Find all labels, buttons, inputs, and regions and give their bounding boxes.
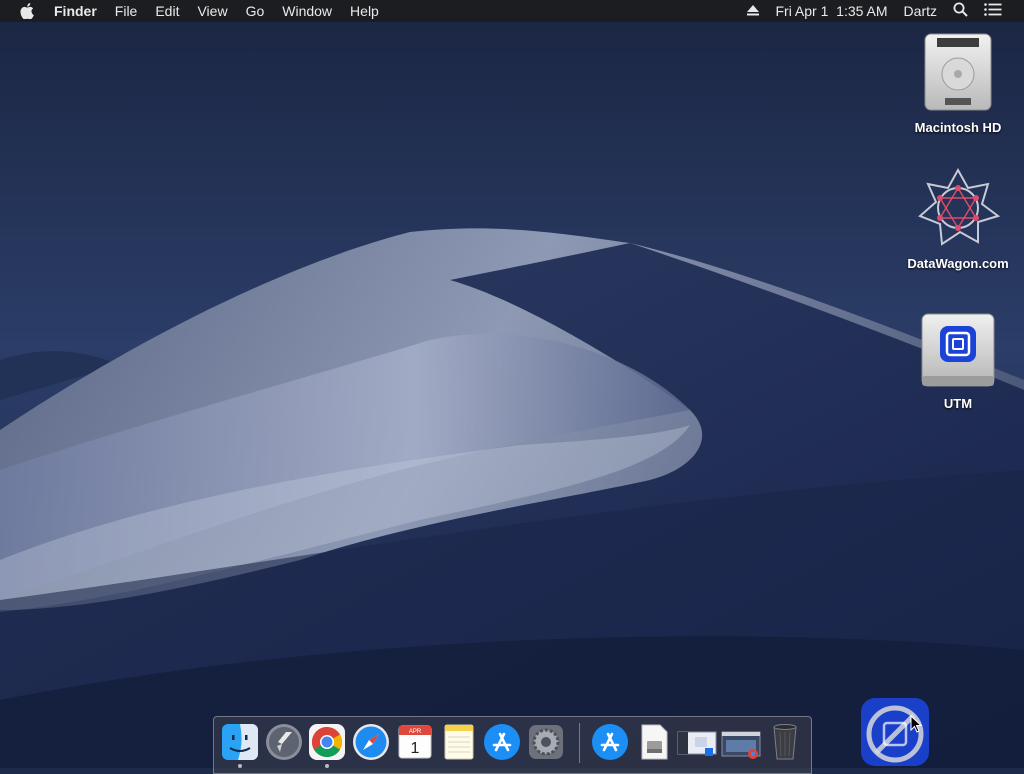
eject-icon[interactable]: [747, 3, 760, 19]
hard-drive-icon: [916, 30, 1000, 114]
dock-app-store-installer[interactable]: [590, 722, 630, 762]
screenshot-icon: [677, 731, 717, 756]
menu-help[interactable]: Help: [350, 3, 379, 19]
running-indicator: [238, 764, 242, 768]
dock-finder[interactable]: [220, 722, 260, 762]
dock-system-preferences[interactable]: [526, 722, 566, 762]
spotlight-icon[interactable]: [953, 2, 968, 20]
dock-screenshot-2[interactable]: [721, 722, 761, 762]
menu-go[interactable]: Go: [246, 3, 265, 19]
desktop-icon-label: DataWagon.com: [907, 256, 1009, 271]
desktop-icon-datawagon[interactable]: DataWagon.com: [903, 166, 1013, 271]
screenshot-icon: [721, 731, 761, 759]
dock-screenshot-1[interactable]: [677, 722, 717, 762]
menu-edit[interactable]: Edit: [155, 3, 179, 19]
trash-icon: [773, 724, 797, 760]
desktop-icon-macintosh-hd[interactable]: Macintosh HD: [903, 30, 1013, 135]
launchpad-icon: [266, 724, 302, 760]
dock-disk-image[interactable]: [634, 722, 674, 762]
dock-app-store[interactable]: [482, 722, 522, 762]
desktop-icon-utm[interactable]: UTM: [903, 306, 1013, 411]
safari-icon: [353, 724, 389, 760]
dock-launchpad[interactable]: [264, 722, 304, 762]
app-store-icon: [484, 724, 520, 760]
desktop-icon-label: UTM: [943, 396, 973, 411]
running-indicator: [325, 764, 329, 768]
finder-icon: [222, 724, 258, 760]
menubar-clock[interactable]: Fri Apr 1 1:35 AM: [775, 3, 887, 19]
menu-finder[interactable]: Finder: [54, 3, 97, 19]
app-store-icon: [592, 724, 628, 760]
desktop-icon-label: Macintosh HD: [914, 120, 1002, 135]
menu-file[interactable]: File: [115, 3, 138, 19]
desktop-wallpaper: [0, 0, 1024, 768]
notification-center-icon[interactable]: [984, 3, 1002, 19]
chrome-icon: [309, 724, 345, 760]
dock-calendar[interactable]: APR 1: [395, 722, 435, 762]
dock-safari[interactable]: [351, 722, 391, 762]
dock-separator: [579, 723, 580, 763]
calendar-day: 1: [411, 740, 420, 757]
dock-trash[interactable]: [765, 722, 805, 762]
dock-notes[interactable]: [439, 722, 479, 762]
disk-image-icon: [641, 724, 668, 760]
mouse-cursor-icon: [910, 715, 922, 733]
calendar-month: APR: [409, 729, 422, 735]
menubar-user[interactable]: Dartz: [904, 3, 937, 19]
apple-icon[interactable]: [20, 3, 36, 19]
datawagon-icon: [916, 166, 1000, 250]
menu-bar: Finder File Edit View Go Window Help Fri…: [0, 0, 1024, 22]
utm-disk-icon: [916, 306, 1000, 390]
dock: APR 1: [213, 716, 812, 774]
menu-window[interactable]: Window: [282, 3, 332, 19]
calendar-icon: APR 1: [398, 725, 432, 759]
menu-view[interactable]: View: [197, 3, 227, 19]
dock-chrome[interactable]: [307, 722, 347, 762]
notes-icon: [444, 724, 474, 760]
gear-icon: [529, 725, 563, 759]
